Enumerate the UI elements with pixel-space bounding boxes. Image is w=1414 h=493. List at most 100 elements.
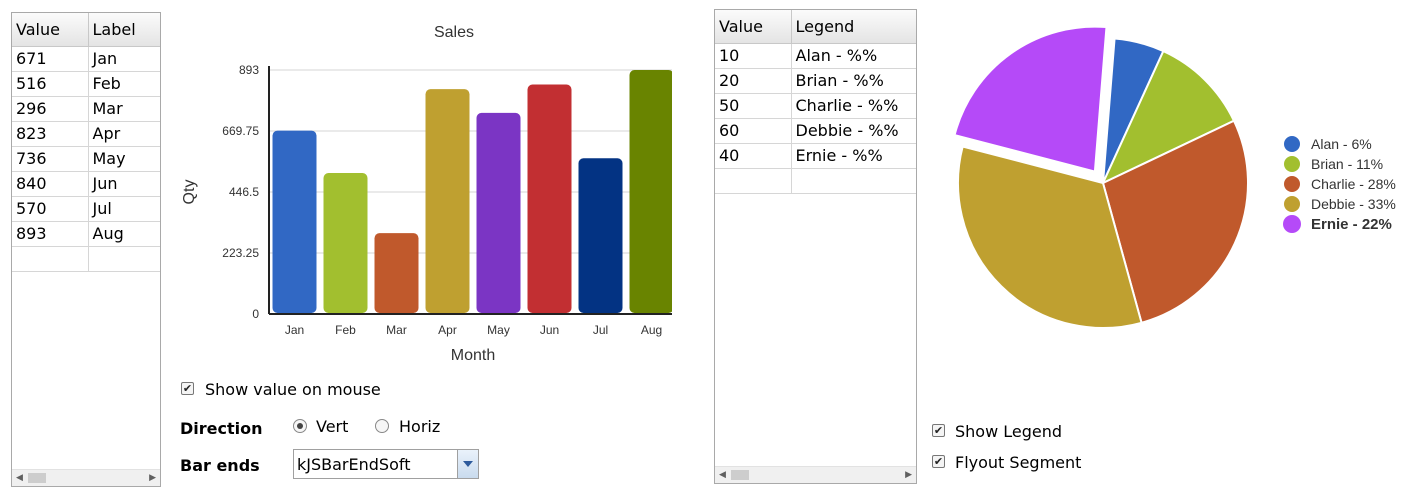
table-row[interactable]: 50 Charlie - %% xyxy=(715,93,916,119)
cell-value[interactable]: 10 xyxy=(715,43,792,69)
column-header-value[interactable]: Value xyxy=(12,13,89,47)
table-row[interactable]: 823 Apr xyxy=(12,121,160,147)
cell-label[interactable]: May xyxy=(88,146,160,172)
bar-ends-label: Bar ends xyxy=(180,456,260,475)
cell-value[interactable]: 570 xyxy=(12,196,89,222)
table-row[interactable]: 20 Brian - %% xyxy=(715,68,916,94)
cell-legend[interactable]: Debbie - %% xyxy=(791,118,916,144)
y-tick-label: 893 xyxy=(239,63,259,77)
table-row[interactable]: 60 Debbie - %% xyxy=(715,118,916,144)
legend-label: Charlie - 28% xyxy=(1311,176,1396,192)
cell-value[interactable] xyxy=(12,246,89,272)
table-row-empty[interactable] xyxy=(715,168,916,194)
horizontal-scrollbar[interactable]: ◀ ▶ xyxy=(715,466,916,483)
y-tick-label: 446.5 xyxy=(229,185,259,199)
cell-legend[interactable]: Brian - %% xyxy=(791,68,916,94)
table-row[interactable]: 840 Jun xyxy=(12,171,160,197)
bar xyxy=(374,233,419,313)
x-axis-title: Month xyxy=(451,347,495,364)
cell-value[interactable]: 516 xyxy=(12,71,89,97)
legend-marker xyxy=(1284,196,1300,212)
chart-title: Sales xyxy=(434,24,474,41)
cell-value[interactable]: 296 xyxy=(12,96,89,122)
pie-data-table: Value Legend 10 Alan - %% 20 Brian - %% 50… xyxy=(715,10,916,194)
direction-vert-label[interactable]: Vert xyxy=(316,417,348,436)
scroll-thumb[interactable] xyxy=(28,473,46,483)
table-row[interactable]: 516 Feb xyxy=(12,71,160,97)
flyout-segment-checkbox[interactable]: ✔ xyxy=(932,455,945,468)
column-header-value[interactable]: Value xyxy=(715,10,792,44)
cell-label[interactable]: Mar xyxy=(88,96,160,122)
cell-label[interactable]: Feb xyxy=(88,71,160,97)
cell-value[interactable]: 893 xyxy=(12,221,89,247)
cell-value[interactable]: 736 xyxy=(12,146,89,172)
bar-ends-select[interactable]: kJSBarEndSoft xyxy=(293,449,479,479)
legend-label: Ernie - 22% xyxy=(1311,216,1392,233)
bar xyxy=(272,130,317,313)
chevron-down-icon[interactable] xyxy=(457,450,478,478)
table-row[interactable]: 10 Alan - %% xyxy=(715,43,916,69)
cell-legend[interactable]: Charlie - %% xyxy=(791,93,916,119)
direction-horiz-label[interactable]: Horiz xyxy=(399,417,440,436)
table-row-empty[interactable] xyxy=(12,246,160,272)
bar-data-table: Value Label 671 Jan 516 Feb 296 Mar 823 Apr … xyxy=(12,13,160,272)
legend-marker xyxy=(1284,136,1300,152)
cell-value[interactable]: 671 xyxy=(12,46,89,72)
legend-marker xyxy=(1284,156,1300,172)
flyout-segment-label[interactable]: Flyout Segment xyxy=(955,453,1081,472)
scroll-right-icon[interactable]: ▶ xyxy=(905,470,912,480)
direction-horiz-radio[interactable] xyxy=(375,419,389,433)
pie-data-grid[interactable]: Value Legend 10 Alan - %% 20 Brian - %% 50… xyxy=(714,9,917,484)
cell-label[interactable]: Jul xyxy=(88,196,160,222)
scroll-thumb[interactable] xyxy=(731,470,749,480)
y-tick-label: 0 xyxy=(252,307,259,321)
show-value-checkbox[interactable]: ✔ xyxy=(181,382,194,395)
bar xyxy=(323,173,368,313)
pie-chart: Alan - 6% Brian - 11% Charlie - 28% Debbie … xyxy=(953,25,1396,329)
column-header-label[interactable]: Label xyxy=(88,13,160,47)
scroll-left-icon[interactable]: ◀ xyxy=(719,470,726,480)
bar xyxy=(476,112,521,313)
table-row[interactable]: 296 Mar xyxy=(12,96,160,122)
show-legend-label[interactable]: Show Legend xyxy=(955,422,1062,441)
bar-chart: Sales 0 223.25 446.5 669.75 893 Jan Feb Mar Apr Ma… xyxy=(181,24,672,364)
table-row[interactable]: 40 Ernie - %% xyxy=(715,143,916,169)
cell-value[interactable]: 823 xyxy=(12,121,89,147)
horizontal-scrollbar[interactable]: ◀ ▶ xyxy=(12,469,160,486)
y-axis-title: Qty xyxy=(181,180,198,205)
scroll-left-icon[interactable]: ◀ xyxy=(16,473,23,483)
cell-label[interactable]: Jan xyxy=(88,46,160,72)
direction-vert-radio[interactable] xyxy=(293,419,307,433)
table-row[interactable]: 893 Aug xyxy=(12,221,160,247)
show-value-label[interactable]: Show value on mouse xyxy=(205,380,381,399)
cell-legend[interactable]: Alan - %% xyxy=(791,43,916,69)
cell-value[interactable]: 40 xyxy=(715,143,792,169)
cell-value[interactable]: 840 xyxy=(12,171,89,197)
cell-value[interactable]: 60 xyxy=(715,118,792,144)
cell-label[interactable]: Aug xyxy=(88,221,160,247)
direction-label: Direction xyxy=(180,419,263,438)
table-row[interactable]: 570 Jul xyxy=(12,196,160,222)
cell-value[interactable]: 50 xyxy=(715,93,792,119)
scroll-right-icon[interactable]: ▶ xyxy=(149,473,156,483)
grid-header-row: Value Legend xyxy=(715,10,916,44)
bar-ends-value: kJSBarEndSoft xyxy=(297,455,411,474)
legend-marker xyxy=(1283,215,1301,233)
cell-legend[interactable]: Ernie - %% xyxy=(791,143,916,169)
legend-label: Debbie - 33% xyxy=(1311,196,1396,212)
table-row[interactable]: 736 May xyxy=(12,146,160,172)
cell-label[interactable]: Jun xyxy=(88,171,160,197)
bar-data-grid[interactable]: Value Label 671 Jan 516 Feb 296 Mar 823 Apr … xyxy=(11,12,161,487)
x-tick-label: Aug xyxy=(641,323,662,337)
cell-legend[interactable] xyxy=(791,168,916,194)
show-legend-checkbox[interactable]: ✔ xyxy=(932,424,945,437)
cell-value[interactable] xyxy=(715,168,792,194)
table-row[interactable]: 671 Jan xyxy=(12,46,160,72)
x-tick-label: Apr xyxy=(438,323,457,337)
cell-label[interactable]: Apr xyxy=(88,121,160,147)
cell-label[interactable] xyxy=(88,246,160,272)
bar xyxy=(629,70,672,313)
column-header-legend[interactable]: Legend xyxy=(791,10,916,44)
x-tick-label: May xyxy=(487,323,510,337)
cell-value[interactable]: 20 xyxy=(715,68,792,94)
